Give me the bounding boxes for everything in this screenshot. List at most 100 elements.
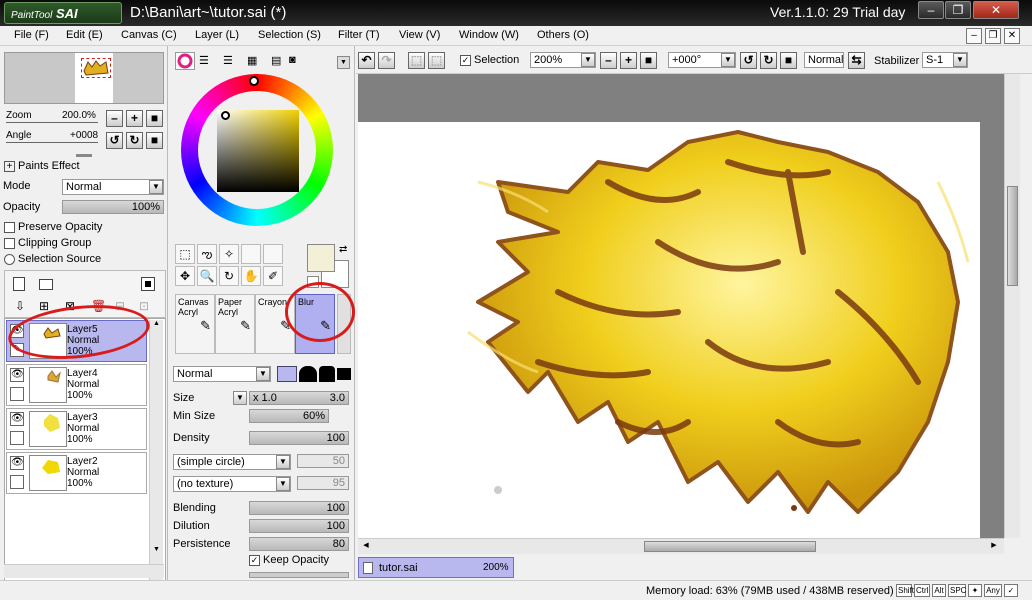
eye-icon[interactable]: 👁 [10,456,24,470]
canvas-vertical-scrollbar[interactable] [1004,74,1020,538]
brush-shape-square[interactable] [337,368,351,380]
menu-edit[interactable]: Edit (E) [66,29,103,41]
min-size-slider[interactable]: 60% [249,409,329,423]
move-icon[interactable]: ✥ [175,266,195,286]
canvas-horizontal-scrollbar[interactable]: ◀ ▶ [358,538,1004,554]
swap-colors-icon[interactable]: ⇄ [339,244,347,255]
eyedropper-icon[interactable]: ✐ [263,266,283,286]
menu-filter[interactable]: Filter (T) [338,29,380,41]
keep-opacity-checkbox[interactable]: ✓ [249,555,260,566]
menu-canvas[interactable]: Canvas (C) [121,29,177,41]
navigator-preview[interactable] [4,52,164,104]
blending-slider[interactable]: 100 [249,501,349,515]
minimize-button[interactable]: – [918,1,944,19]
texture-strength-slider[interactable]: 95 [297,476,349,490]
shape-strength-slider[interactable]: 50 [297,454,349,468]
chevron-down-icon[interactable]: ▼ [149,180,163,194]
hand-icon[interactable]: ✋ [241,266,261,286]
brush-shape-hard[interactable] [319,366,335,382]
hsv-slider-tab[interactable]: ☰ [223,54,239,68]
rotate-tool-icon[interactable]: ↻ [219,266,239,286]
canvas-zoom-out-button[interactable]: – [600,52,617,69]
brush-texture-select[interactable]: (no texture) [173,476,291,492]
chevron-down-icon[interactable]: ▼ [953,53,967,67]
rotate-left-button[interactable]: ↺ [106,132,123,149]
panel-splitter[interactable] [76,154,92,157]
new-folder-icon[interactable] [39,279,53,290]
chevron-down-icon[interactable]: ▼ [276,455,290,469]
brush-shape-medium[interactable] [299,366,317,382]
color-wheel-tab[interactable] [175,52,195,70]
mdi-close-button[interactable]: ✕ [1004,28,1020,44]
layer-hscrollbar[interactable] [4,564,164,578]
menu-selection[interactable]: Selection (S) [258,29,321,41]
zoom-out-button[interactable]: – [106,110,123,127]
restore-button[interactable]: ❐ [945,1,971,19]
canvas-zoom-in-button[interactable]: + [620,52,637,69]
chevron-down-icon[interactable]: ▼ [581,53,595,67]
zoom-slider[interactable] [6,122,98,123]
mdi-restore-button[interactable]: ❐ [985,28,1001,44]
paint-icon[interactable]: ◙ [289,54,305,68]
eye-icon[interactable]: 👁 [10,368,24,382]
sv-handle[interactable] [221,111,230,120]
chevron-down-icon[interactable]: ▼ [276,477,290,491]
layer-item-layer3[interactable]: 👁 Layer3 Normal 100% [6,408,147,450]
dilution-slider[interactable]: 100 [249,519,349,533]
invert-selection-button[interactable]: ⬚ [428,52,445,69]
expand-icon[interactable]: + [4,161,15,172]
canvas-rotate-reset-button[interactable]: ■ [780,52,797,69]
lock-checkbox[interactable] [10,431,24,445]
persistence-slider[interactable]: 80 [249,537,349,551]
layer-list-scrollbar[interactable]: ▲ ▼ [149,320,163,596]
menu-layer[interactable]: Layer (L) [195,29,239,41]
deselect-button[interactable]: ⬚ [408,52,425,69]
zoom-reset-button[interactable]: ■ [146,110,163,127]
lock-checkbox[interactable] [10,475,24,489]
rgb-slider-tab[interactable]: ☰ [199,54,215,68]
zoom-in-button[interactable]: + [126,110,143,127]
horizontal-scroll-thumb[interactable] [644,541,816,552]
scratchpad-tab[interactable]: ▤ [271,54,287,68]
view-blend-button[interactable]: Normal [804,52,844,68]
rotate-reset-button[interactable]: ■ [146,132,163,149]
brush-paper-acryl[interactable]: Paper Acryl ✎ [215,294,255,354]
new-layer-icon[interactable] [13,277,25,291]
canvas-paper[interactable] [358,122,980,538]
size-slider[interactable]: x 1.0 3.0 [249,391,349,405]
transfer-down-icon[interactable]: ⇩ [15,299,27,313]
undo-button[interactable]: ↶ [358,52,375,69]
lock-checkbox[interactable] [10,387,24,401]
preserve-opacity-checkbox[interactable] [4,222,15,233]
menu-window[interactable]: Window (W) [459,29,519,41]
layer-mask-icon[interactable] [141,277,155,291]
magic-wand-icon[interactable]: ✧ [219,244,239,264]
mdi-minimize-button[interactable]: – [966,28,982,44]
clipping-group-checkbox[interactable] [4,238,15,249]
rect-select-icon[interactable]: ⬚ [175,244,195,264]
scroll-right-icon[interactable]: ▶ [988,541,1000,552]
eye-icon[interactable]: 👁 [10,412,24,426]
hidden-setting-slider[interactable] [249,572,349,578]
flip-horizontal-button[interactable]: ⇆ [848,52,865,69]
angle-slider[interactable] [6,142,98,143]
color-wheel[interactable] [181,74,333,226]
canvas-rotate-left-button[interactable]: ↺ [740,52,757,69]
rotate-right-button[interactable]: ↻ [126,132,143,149]
navigator-viewport[interactable] [81,58,111,78]
selection-source-radio[interactable] [4,254,15,265]
opacity-slider[interactable]: 100% [62,200,164,214]
brush-shape-select[interactable]: (simple circle) [173,454,291,470]
canvas-rotate-right-button[interactable]: ↻ [760,52,777,69]
chevron-down-icon[interactable]: ▼ [721,53,735,67]
chevron-down-icon[interactable]: ▼ [256,367,270,381]
selection-checkbox[interactable]: ✓ [460,55,471,66]
lasso-icon[interactable]: ఌ [197,244,217,264]
panel-menu-chevron-icon[interactable]: ▼ [337,56,350,69]
brush-shape-soft[interactable] [277,366,297,382]
canvas-viewport[interactable] [358,74,1004,538]
document-tab[interactable]: tutor.sai 200% [358,557,514,578]
chevron-down-icon[interactable]: ▼ [233,391,247,405]
menu-view[interactable]: View (V) [399,29,440,41]
menu-others[interactable]: Others (O) [537,29,589,41]
